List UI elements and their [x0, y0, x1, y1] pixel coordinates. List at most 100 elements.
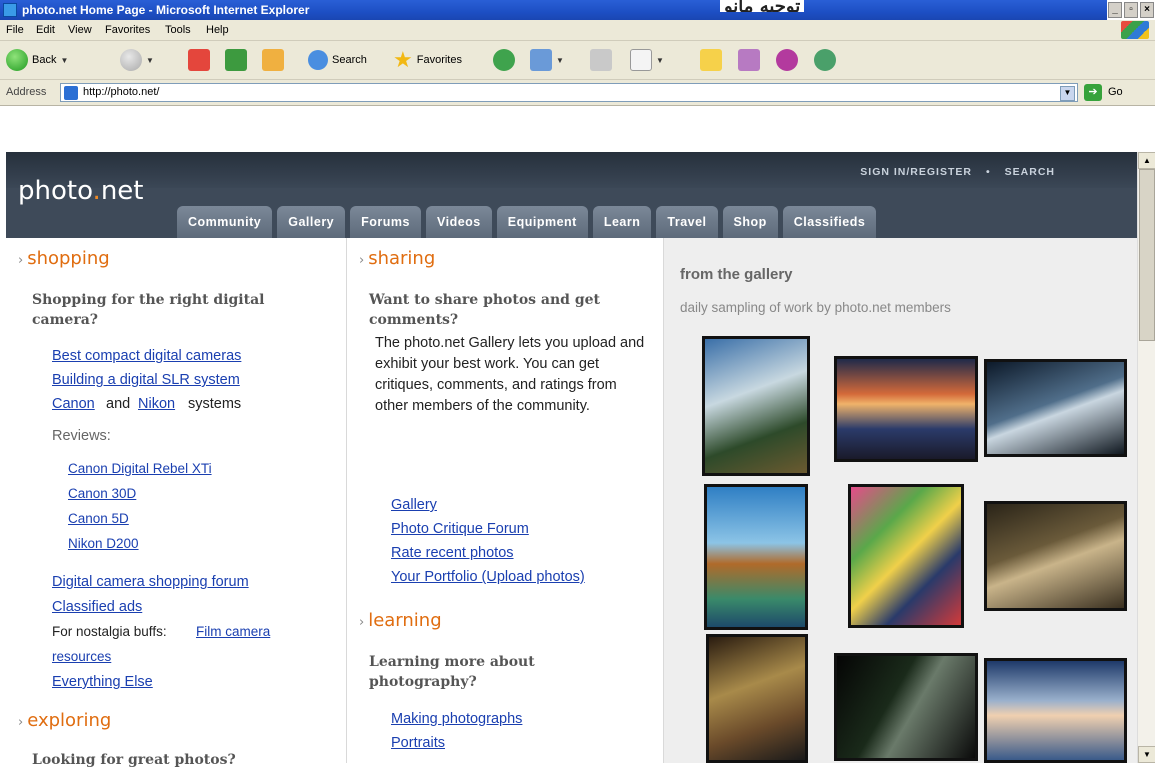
review-link[interactable]: Canon Digital Rebel XTi	[68, 461, 212, 476]
link-critique-forum[interactable]: Photo Critique Forum	[391, 521, 529, 537]
page-icon	[64, 86, 78, 100]
gallery-thumbnail[interactable]	[706, 634, 808, 763]
tab-travel[interactable]: Travel	[656, 206, 718, 238]
link-making-photos[interactable]: Making photographs	[391, 711, 522, 727]
sharing-question: Want to share photos and get comments?	[369, 292, 601, 328]
tab-equipment[interactable]: Equipment	[496, 206, 588, 238]
gallery-thumbnail[interactable]	[848, 484, 964, 628]
menu-edit[interactable]: Edit	[36, 24, 55, 36]
logo-text: photo	[18, 176, 93, 206]
close-icon[interactable]: ×	[1140, 2, 1154, 18]
tab-shop[interactable]: Shop	[722, 206, 778, 238]
home-button[interactable]	[262, 48, 284, 72]
refresh-button[interactable]	[225, 48, 247, 72]
chevron-down-icon[interactable]: ▼	[146, 56, 154, 65]
link-canon[interactable]: Canon	[52, 396, 95, 412]
menu-tools[interactable]: Tools	[165, 24, 191, 36]
page-scrollbar[interactable]: ▲ ▼	[1137, 152, 1155, 763]
scroll-down-icon[interactable]: ▼	[1138, 746, 1155, 763]
refresh-icon	[225, 49, 247, 71]
sharing-heading: › sharing	[359, 248, 435, 269]
tab-gallery[interactable]: Gallery	[277, 206, 346, 238]
maximize-icon[interactable]: ▫	[1124, 2, 1138, 18]
link-film-camera[interactable]: Film camera	[196, 624, 270, 639]
print-button[interactable]	[590, 48, 612, 72]
forward-arrow-icon	[120, 49, 142, 71]
link-shopping-forum[interactable]: Digital camera shopping forum	[52, 574, 249, 590]
review-link[interactable]: Canon 30D	[68, 486, 136, 501]
section-arrow-icon: ›	[18, 715, 24, 730]
search-icon	[308, 50, 328, 70]
site-logo[interactable]: photo.net	[18, 176, 143, 206]
logo-dot: .	[92, 176, 101, 206]
shopping-question: Shopping for the right digital camera?	[32, 292, 265, 328]
address-bar: Address http://photo.net/ ▼ ➔ Go	[0, 80, 1155, 106]
tab-forums[interactable]: Forums	[350, 206, 421, 238]
tab-learn[interactable]: Learn	[592, 206, 652, 238]
search-link[interactable]: SEARCH	[1005, 166, 1055, 178]
sign-in-link[interactable]: SIGN IN/REGISTER	[860, 166, 972, 178]
link-slr-system[interactable]: Building a digital SLR system	[52, 372, 240, 388]
forward-button[interactable]: ▼	[120, 48, 154, 72]
link-compact-cameras[interactable]: Best compact digital cameras	[52, 348, 241, 364]
go-button[interactable]: Go	[1108, 86, 1123, 98]
scroll-up-icon[interactable]: ▲	[1138, 152, 1155, 169]
tab-videos[interactable]: Videos	[425, 206, 492, 238]
left-column: › shopping Shopping for the right digital…	[6, 238, 347, 768]
scroll-thumb[interactable]	[1139, 169, 1155, 341]
menu-help[interactable]: Help	[206, 24, 229, 36]
window-controls: _ ▫ ×	[1107, 0, 1155, 20]
review-link[interactable]: Nikon D200	[68, 536, 139, 551]
exploring-question: Looking for great photos?	[32, 752, 236, 768]
link-rate-photos[interactable]: Rate recent photos	[391, 545, 514, 561]
go-arrow-icon[interactable]: ➔	[1084, 84, 1102, 101]
link-gallery[interactable]: Gallery	[391, 497, 437, 513]
gallery-thumbnail[interactable]	[834, 356, 978, 462]
site-header: photo.net SIGN IN/REGISTER • SEARCH Commun…	[6, 152, 1137, 238]
chevron-down-icon[interactable]: ▼	[656, 56, 664, 65]
folder-button[interactable]	[700, 48, 722, 72]
contacts-button[interactable]	[814, 48, 836, 72]
favorites-label: Favorites	[416, 54, 462, 66]
back-label: Back	[32, 54, 57, 66]
tab-community[interactable]: Community	[177, 206, 273, 238]
minimize-icon[interactable]: _	[1108, 2, 1122, 18]
link-everything-else[interactable]: Everything Else	[52, 674, 153, 690]
menu-view[interactable]: View	[68, 24, 92, 36]
menu-favorites[interactable]: Favorites	[105, 24, 150, 36]
chevron-down-icon[interactable]: ▼	[60, 56, 68, 65]
link-portraits[interactable]: Portraits	[391, 735, 445, 751]
research-icon	[738, 49, 760, 71]
stop-button[interactable]	[188, 48, 210, 72]
link-portfolio[interactable]: Your Portfolio (Upload photos)	[391, 569, 585, 585]
link-resources[interactable]: resources	[52, 649, 111, 664]
review-link[interactable]: Canon 5D	[68, 511, 129, 526]
gallery-thumbnail[interactable]	[984, 501, 1127, 611]
menu-file[interactable]: File	[6, 24, 24, 36]
research-button[interactable]	[738, 48, 760, 72]
chevron-down-icon[interactable]: ▼	[556, 56, 564, 65]
back-button[interactable]: Back ▼	[6, 48, 68, 72]
chevron-down-icon[interactable]: ▼	[1060, 86, 1075, 101]
history-button[interactable]	[493, 48, 515, 72]
address-url[interactable]: http://photo.net/	[83, 86, 159, 98]
gallery-thumbnail[interactable]	[984, 658, 1127, 763]
back-arrow-icon	[6, 49, 28, 71]
search-button[interactable]: Search	[308, 48, 367, 72]
gallery-thumbnail[interactable]	[984, 359, 1127, 457]
search-label: Search	[332, 54, 367, 66]
shopping-heading-text: shopping	[27, 248, 110, 269]
messenger-icon	[776, 49, 798, 71]
messenger-button[interactable]	[776, 48, 798, 72]
edit-button[interactable]: ▼	[630, 48, 664, 72]
gallery-thumbnail[interactable]	[702, 336, 810, 476]
folder-icon	[700, 49, 722, 71]
gallery-thumbnail[interactable]	[704, 484, 808, 630]
gallery-thumbnail[interactable]	[834, 653, 978, 761]
link-classified-ads[interactable]: Classified ads	[52, 599, 142, 615]
tab-classifieds[interactable]: Classifieds	[782, 206, 877, 238]
favorites-button[interactable]: ★ Favorites	[393, 48, 462, 72]
mail-button[interactable]: ▼	[530, 48, 564, 72]
address-input[interactable]: http://photo.net/ ▼	[60, 83, 1078, 102]
link-nikon[interactable]: Nikon	[138, 396, 175, 412]
